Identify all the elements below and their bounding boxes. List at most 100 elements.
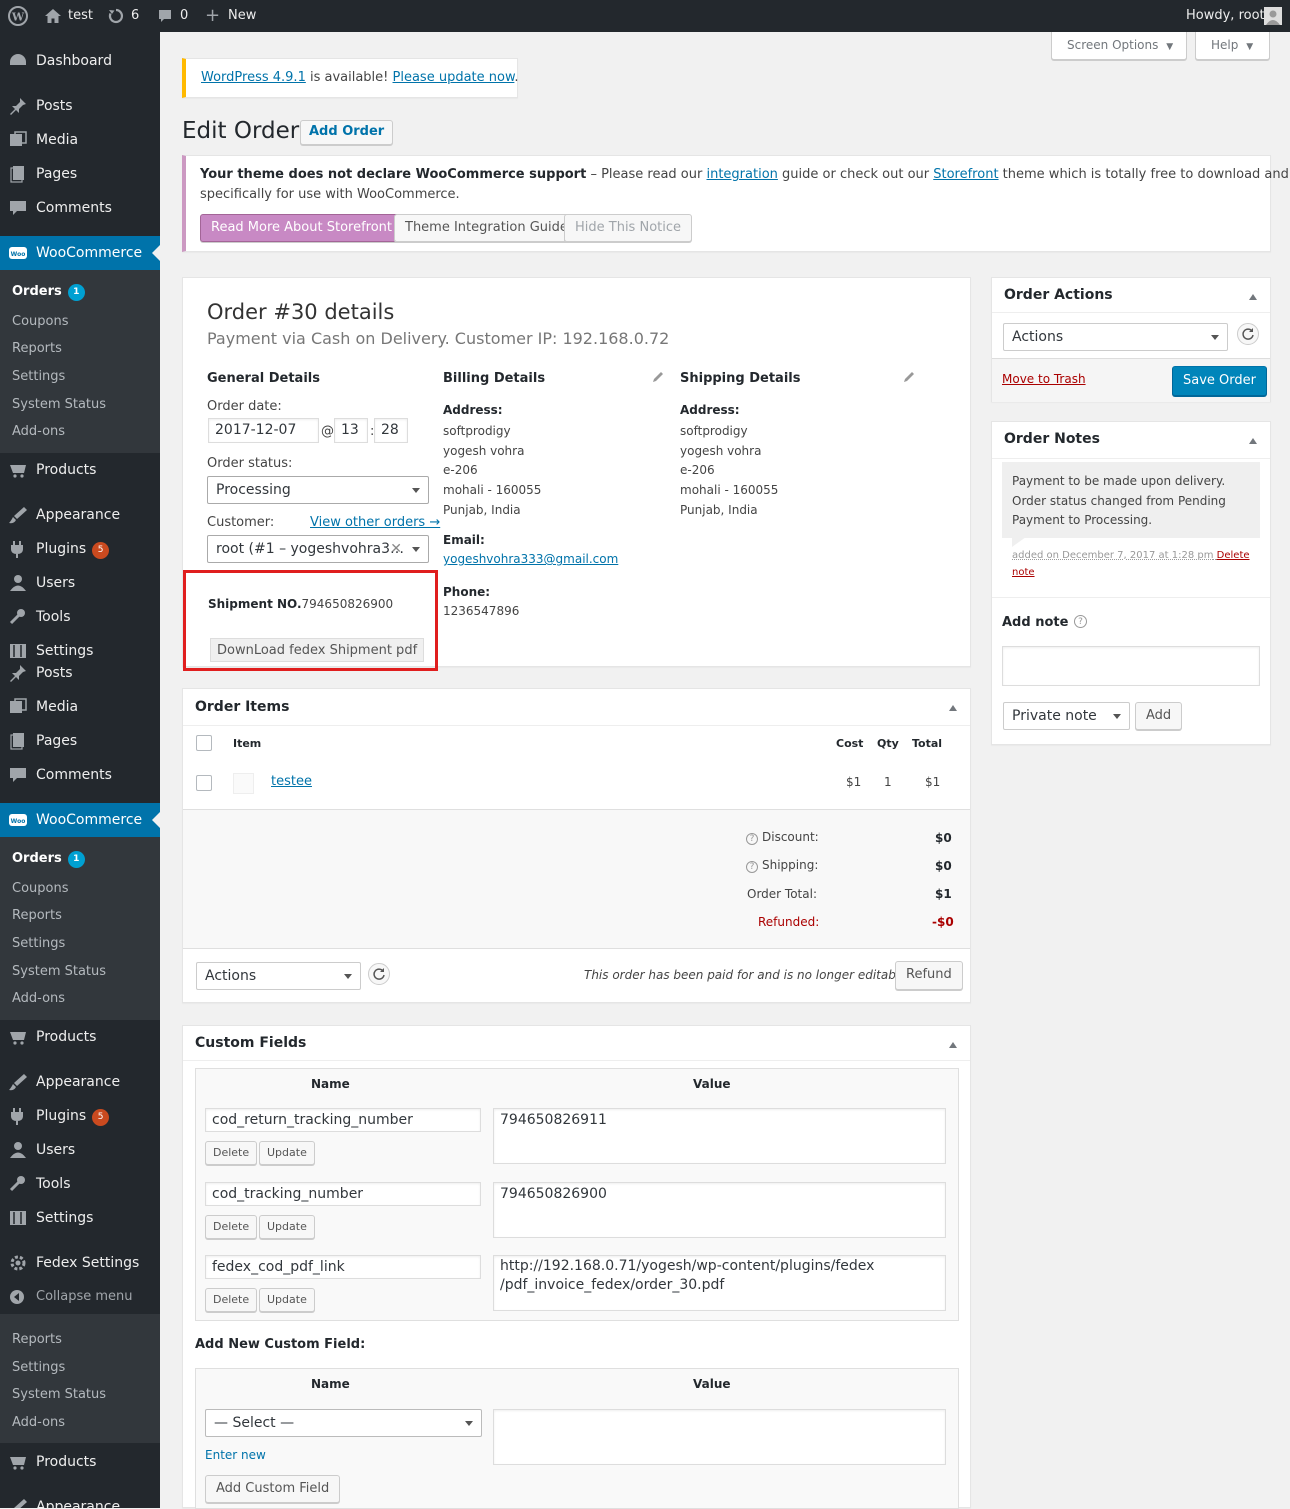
menu-plugins[interactable]: Plugins 5 <box>0 532 160 566</box>
custom-field-name-input[interactable]: fedex_cod_pdf_link <box>205 1255 481 1279</box>
menu-settings[interactable]: Settings <box>0 1201 160 1235</box>
plus-icon[interactable]: + <box>205 0 220 32</box>
customer-select[interactable]: root (#1 – yogeshvohra3… ✕ <box>207 535 429 563</box>
custom-field-value-textarea[interactable]: http://192.168.0.71/yogesh/wp-content/pl… <box>493 1255 946 1311</box>
menu-appearance[interactable]: Appearance <box>0 1490 160 1508</box>
submenu-addons[interactable]: Add-ons <box>12 1413 65 1433</box>
collapse-toggle-icon[interactable] <box>949 705 957 711</box>
item-checkbox[interactable] <box>196 775 212 791</box>
updates-count[interactable]: 6 <box>131 0 139 32</box>
order-action-select[interactable]: Actions <box>1003 323 1228 351</box>
submenu-reports[interactable]: Reports <box>12 339 62 359</box>
submenu-settings[interactable]: Settings <box>12 1358 65 1378</box>
submenu-orders[interactable]: Orders 1 <box>12 849 85 869</box>
help-button[interactable]: Help ▼ <box>1195 32 1270 60</box>
delete-field-button[interactable]: Delete <box>205 1288 258 1312</box>
user-avatar-icon[interactable] <box>1264 7 1282 25</box>
move-to-trash-link[interactable]: Move to Trash <box>1002 372 1086 386</box>
billing-email-link[interactable]: yogeshvohra333@gmail.com <box>443 552 618 566</box>
item-actions-select[interactable]: Actions <box>196 962 361 990</box>
menu-woocommerce[interactable]: Woo WooCommerce <box>0 236 160 270</box>
collapse-toggle-icon[interactable] <box>1249 294 1257 300</box>
update-now-link[interactable]: Please update now <box>393 70 515 85</box>
refund-button[interactable]: Refund <box>895 961 963 990</box>
add-order-button[interactable]: Add Order <box>300 120 394 145</box>
menu-posts[interactable]: Posts <box>0 656 160 690</box>
menu-pages[interactable]: Pages <box>0 724 160 758</box>
delete-note-link[interactable]: Delete <box>1217 550 1250 561</box>
add-note-textarea[interactable] <box>1002 646 1260 686</box>
update-field-button[interactable]: Update <box>259 1288 315 1312</box>
refresh-icon[interactable] <box>368 963 390 985</box>
help-tip-icon[interactable]: ? <box>746 833 758 845</box>
submenu-settings[interactable]: Settings <box>12 934 65 954</box>
collapse-toggle-icon[interactable] <box>1249 438 1257 444</box>
menu-plugins[interactable]: Plugins 5 <box>0 1099 160 1133</box>
menu-comments[interactable]: Comments <box>0 758 160 792</box>
comment-icon[interactable] <box>157 0 173 32</box>
view-other-orders-link[interactable]: View other orders → <box>310 515 440 530</box>
updates-icon[interactable] <box>107 0 125 32</box>
order-hour-input[interactable]: 13 <box>334 418 368 443</box>
custom-field-value-textarea[interactable]: 794650826900 <box>493 1182 946 1238</box>
menu-media[interactable]: Media <box>0 690 160 724</box>
menu-users[interactable]: Users <box>0 1133 160 1167</box>
menu-users[interactable]: Users <box>0 566 160 600</box>
menu-media[interactable]: Media <box>0 123 160 157</box>
help-tip-icon[interactable]: ? <box>746 861 758 873</box>
theme-integration-guide-button[interactable]: Theme Integration Guide <box>394 214 579 242</box>
submenu-reports[interactable]: Reports <box>12 1330 62 1350</box>
update-field-button[interactable]: Update <box>259 1141 315 1165</box>
edit-pencil-icon[interactable] <box>902 370 916 384</box>
integration-link[interactable]: integration <box>706 167 777 182</box>
menu-appearance[interactable]: Appearance <box>0 1065 160 1099</box>
clear-x-icon[interactable]: ✕ <box>390 536 402 562</box>
menu-dashboard[interactable]: Dashboard <box>0 44 160 78</box>
custom-field-name-input[interactable]: cod_return_tracking_number <box>205 1108 481 1132</box>
edit-pencil-icon[interactable] <box>651 370 665 384</box>
read-more-storefront-button[interactable]: Read More About Storefront <box>200 214 404 242</box>
enter-new-link[interactable]: Enter new <box>205 1448 266 1462</box>
screen-options-button[interactable]: Screen Options ▼ <box>1051 32 1187 60</box>
site-name-link[interactable]: test <box>68 0 93 32</box>
order-minute-input[interactable]: 28 <box>374 418 408 443</box>
collapse-menu-button[interactable]: Collapse menu <box>0 1280 160 1314</box>
submenu-system-status[interactable]: System Status <box>12 395 106 415</box>
add-custom-field-button[interactable]: Add Custom Field <box>205 1475 341 1503</box>
submenu-system-status[interactable]: System Status <box>12 1385 106 1405</box>
order-date-input[interactable]: 2017-12-07 <box>208 418 319 443</box>
custom-field-value-textarea[interactable]: 794650826911 <box>493 1108 946 1164</box>
menu-appearance[interactable]: Appearance <box>0 498 160 532</box>
download-fedex-pdf-button[interactable]: DownLoad fedex Shipment pdf <box>210 638 425 662</box>
home-icon[interactable] <box>44 0 62 32</box>
delete-note-link-2[interactable]: note <box>1012 567 1035 578</box>
submenu-system-status[interactable]: System Status <box>12 962 106 982</box>
update-field-button[interactable]: Update <box>259 1215 315 1239</box>
menu-tools[interactable]: Tools <box>0 600 160 634</box>
submenu-addons[interactable]: Add-ons <box>12 989 65 1009</box>
submenu-reports[interactable]: Reports <box>12 906 62 926</box>
delete-field-button[interactable]: Delete <box>205 1141 258 1165</box>
wordpress-logo-icon[interactable]: W <box>8 0 28 32</box>
menu-woocommerce[interactable]: Woo WooCommerce <box>0 803 160 837</box>
help-tip-icon[interactable]: ? <box>1074 615 1087 628</box>
delete-field-button[interactable]: Delete <box>205 1215 258 1239</box>
new-custom-field-value[interactable] <box>493 1409 946 1465</box>
save-order-button[interactable]: Save Order <box>1172 366 1267 396</box>
menu-posts[interactable]: Posts <box>0 89 160 123</box>
menu-tools[interactable]: Tools <box>0 1167 160 1201</box>
menu-products[interactable]: Products <box>0 1445 160 1479</box>
item-name-link[interactable]: testee <box>271 774 312 789</box>
storefront-link[interactable]: Storefront <box>933 167 998 182</box>
submenu-coupons[interactable]: Coupons <box>12 312 69 332</box>
submenu-settings[interactable]: Settings <box>12 367 65 387</box>
hide-notice-button[interactable]: Hide This Notice <box>564 214 692 242</box>
submenu-addons[interactable]: Add-ons <box>12 422 65 442</box>
note-type-select[interactable]: Private note <box>1003 702 1130 730</box>
custom-field-key-select[interactable]: — Select — <box>205 1409 482 1437</box>
add-note-button[interactable]: Add <box>1135 702 1183 730</box>
menu-products[interactable]: Products <box>0 1020 160 1054</box>
comments-count[interactable]: 0 <box>180 0 188 32</box>
collapse-toggle-icon[interactable] <box>949 1042 957 1048</box>
submenu-orders[interactable]: Orders 1 <box>12 282 85 302</box>
